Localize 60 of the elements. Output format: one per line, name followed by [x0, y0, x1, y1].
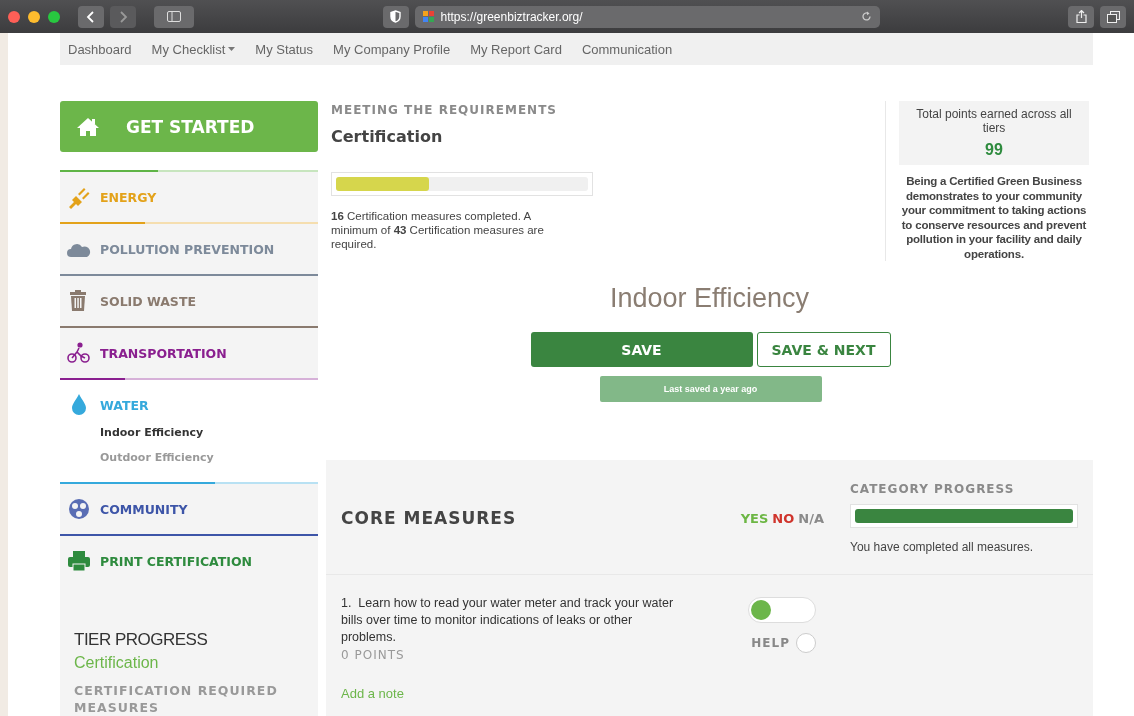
shield-button[interactable]: [382, 5, 409, 28]
nav-link[interactable]: My Company Profile: [333, 41, 451, 57]
reload-icon[interactable]: [860, 11, 872, 22]
house-icon: [76, 116, 100, 137]
measure-text: 1. Learn how to read your water meter and track your water bills over time to monitor indications of leaks or other problems.: [341, 595, 675, 646]
back-icon: [86, 10, 96, 23]
maximize-icon[interactable]: [48, 10, 60, 23]
section-label: MEETING THE REQUIREMENTS: [331, 103, 558, 117]
share-button[interactable]: [1068, 5, 1094, 28]
forward-icon: [118, 10, 128, 23]
close-icon[interactable]: [8, 10, 20, 23]
section-label: CATEGORY PROGRESS: [850, 482, 1016, 496]
subcategory-link[interactable]: Indoor Efficiency: [100, 420, 318, 445]
nav-link[interactable]: My Report Card: [470, 41, 562, 57]
save-button[interactable]: SAVE: [530, 332, 753, 367]
nav-link[interactable]: My Checklist: [151, 41, 236, 57]
help-label: HELP: [751, 636, 790, 650]
section-heading: TIER PROGRESS: [74, 630, 209, 650]
points-label: 0 POINTS: [341, 648, 406, 662]
nav-link[interactable]: Dashboard: [68, 41, 132, 57]
section-title: Certification: [331, 127, 444, 146]
print-link[interactable]: PRINT CERTIFICATION: [60, 536, 318, 586]
category-link[interactable]: SOLID WASTE: [60, 276, 318, 326]
bicycle-icon: [66, 341, 92, 365]
category-link[interactable]: TRANSPORTATION: [60, 328, 318, 378]
save-next-button[interactable]: SAVE & NEXT: [756, 332, 891, 367]
tier-name: Certification: [74, 654, 160, 672]
section-subheading: CERTIFICATION REQUIRED MEASURES: [74, 682, 279, 716]
forward-button[interactable]: [110, 5, 136, 28]
progress-text: 16 Certification measures completed. A minimum of 43 Certification measures are required.: [331, 209, 545, 251]
section-title: CORE MEASURES: [341, 508, 517, 528]
nav-link[interactable]: My Status: [255, 41, 314, 57]
address-bar[interactable]: https://greenbiztracker.org/: [414, 5, 880, 28]
shield-icon: [390, 10, 401, 23]
answer-label: YES: [740, 510, 769, 526]
progress-text: You have completed all measures.: [850, 540, 1034, 554]
category-link[interactable]: COMMUNITY: [60, 484, 318, 534]
points-label: Total points earned across all tiers: [915, 107, 1073, 135]
points-value: 99: [985, 141, 1003, 159]
url-text: https://greenbiztracker.org/: [440, 9, 583, 24]
tabs-button[interactable]: [1100, 5, 1126, 28]
minimize-icon[interactable]: [28, 10, 40, 23]
sidebar-button[interactable]: [154, 5, 194, 28]
tabs-icon: [1106, 10, 1120, 23]
sidebar-icon: [167, 11, 181, 22]
answer-label: N/A: [798, 510, 824, 526]
subcategory-link[interactable]: Outdoor Efficiency: [100, 445, 318, 470]
site-icon: [422, 10, 435, 23]
answer-label: NO: [772, 510, 795, 526]
category-link[interactable]: POLLUTION PREVENTION: [60, 224, 318, 274]
nav-link[interactable]: Communication: [581, 41, 673, 57]
last-saved-badge: Last saved a year ago: [599, 376, 822, 402]
info-text: Being a Certified Green Business demonstrates to your community your commitment to taking actions to conserve resources and prevent pollution in your facility and daily operations.: [900, 174, 1088, 261]
page-title: Indoor Efficiency: [608, 283, 811, 314]
back-button[interactable]: [78, 5, 104, 28]
toggle-switch[interactable]: [748, 597, 816, 623]
caret-icon: [228, 46, 236, 52]
printer-icon: [66, 550, 92, 572]
share-icon: [1075, 10, 1087, 23]
help-radio[interactable]: [796, 633, 816, 653]
